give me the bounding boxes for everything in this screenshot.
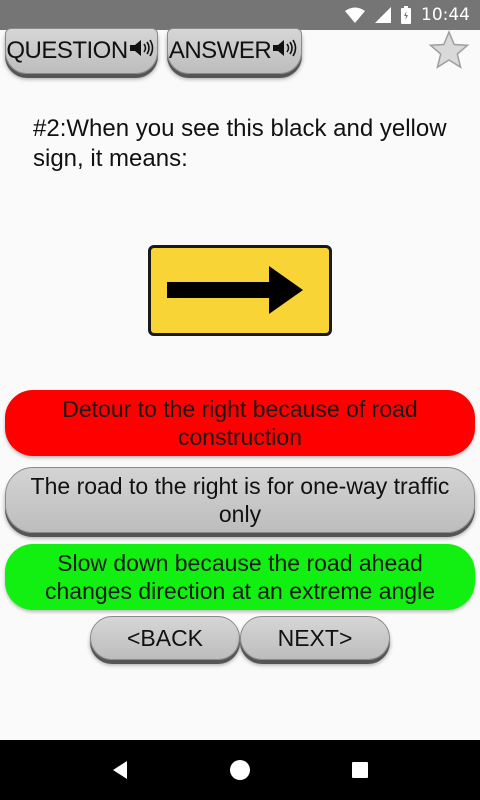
question-audio-button[interactable]: QUESTION (5, 28, 158, 74)
one-way-arrow-sign (148, 245, 332, 336)
question-text: #2:When you see this black and yellow si… (33, 115, 447, 172)
answer-option-3[interactable]: Slow down because the road ahead changes… (5, 544, 475, 610)
back-button[interactable]: <BACK (90, 616, 240, 660)
answer-audio-button[interactable]: ANSWER (167, 28, 302, 74)
next-button[interactable]: NEXT> (240, 616, 390, 660)
system-nav-bar (0, 740, 480, 800)
battery-icon (401, 6, 411, 24)
speaker-icon (272, 37, 300, 65)
home-circle-icon[interactable] (220, 750, 260, 790)
favorite-star-icon[interactable] (428, 30, 470, 70)
answer-option-2[interactable]: The road to the right is for one-way tra… (5, 467, 475, 533)
answer-button-label: ANSWER (168, 37, 272, 64)
recents-square-icon[interactable] (340, 750, 380, 790)
wifi-icon (345, 7, 365, 23)
back-triangle-icon[interactable] (100, 750, 140, 790)
speaker-icon (129, 37, 157, 65)
status-time: 10:44 (421, 5, 470, 25)
question-button-label: QUESTION (6, 37, 128, 64)
answer-option-1[interactable]: Detour to the right because of road cons… (5, 390, 475, 456)
status-bar: 10:44 (0, 0, 480, 30)
cell-signal-icon (375, 7, 391, 23)
